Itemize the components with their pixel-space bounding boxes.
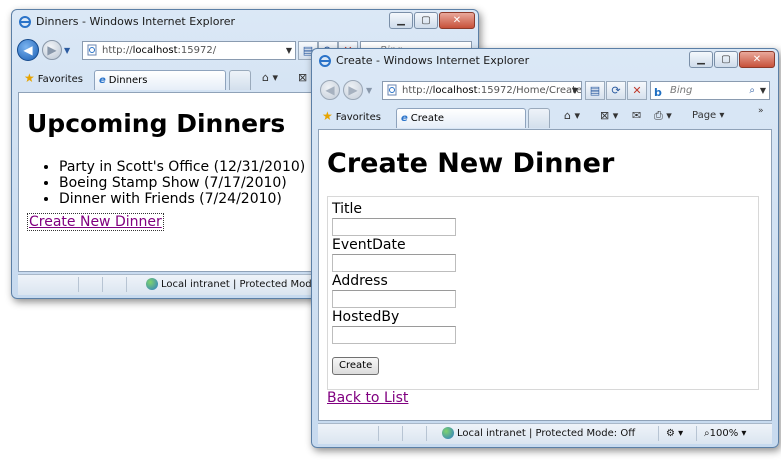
compatibility-view-button[interactable]: ▤ bbox=[585, 81, 605, 100]
status-divider bbox=[78, 277, 79, 292]
search-icon[interactable]: ⌕ bbox=[749, 82, 755, 99]
page-heading: Create New Dinner bbox=[327, 148, 615, 179]
dinner-list-item: Boeing Stamp Show (7/17/2010) bbox=[59, 175, 305, 191]
address-host: localhost bbox=[432, 85, 478, 96]
window-title: Create - Windows Internet Explorer bbox=[336, 54, 530, 67]
window-title: Dinners - Windows Internet Explorer bbox=[36, 15, 236, 28]
ie-tab-icon: e bbox=[99, 75, 106, 86]
zoom-level: 100% bbox=[709, 428, 739, 439]
status-bar: Local intranet | Protected Mode: Off ⚙ ▾… bbox=[318, 423, 772, 444]
title-input[interactable] bbox=[332, 218, 456, 236]
close-window-button[interactable]: ✕ bbox=[739, 51, 775, 68]
ie-logo-icon bbox=[19, 16, 31, 28]
dinner-list: Party in Scott's Office (12/31/2010) Boe… bbox=[27, 159, 305, 207]
address-path: :15972/ bbox=[177, 45, 217, 56]
feeds-button[interactable]: ⊠ ▾ bbox=[600, 108, 618, 124]
dinner-list-item: Dinner with Friends (7/24/2010) bbox=[59, 191, 305, 207]
ie-window-create: Create - Windows Internet Explorer ▁ ▢ ✕… bbox=[311, 48, 779, 448]
page-menu-label: Page bbox=[692, 110, 717, 121]
home-button[interactable]: ⌂ ▾ bbox=[564, 108, 580, 124]
back-to-list-link[interactable]: Back to List bbox=[327, 390, 408, 406]
title-bar[interactable]: Dinners - Windows Internet Explorer ▁ ▢ … bbox=[12, 10, 478, 34]
forward-button[interactable]: ▶ bbox=[343, 80, 363, 100]
toolbar-overflow-icon[interactable]: » bbox=[758, 103, 764, 119]
print-button[interactable]: ⎙ ▾ bbox=[654, 108, 672, 124]
favorites-tab-bar: ★ Favorites e Create ⌂ ▾ ⊠ ▾ ✉ ⎙ ▾ Page ▾ … bbox=[312, 103, 778, 129]
minimize-button[interactable]: ▁ bbox=[389, 12, 413, 29]
tab-dinners[interactable]: e Dinners bbox=[94, 70, 226, 90]
navigation-bar: ◀ ▶ ▼ http://localhost:15972/Home/Create… bbox=[312, 76, 778, 104]
home-button[interactable]: ⌂ ▾ bbox=[262, 70, 278, 86]
zoom-button[interactable]: ⌕100% ▾ bbox=[704, 424, 746, 443]
address-prefix: http:// bbox=[402, 85, 433, 96]
status-divider bbox=[426, 426, 427, 441]
address-bar[interactable]: http://localhost:15972/ ▼ bbox=[82, 41, 296, 60]
favorites-star-icon: ★ bbox=[322, 109, 333, 123]
page-content: Create New Dinner Title EventDate Addres… bbox=[318, 129, 772, 421]
tab-create[interactable]: e Create bbox=[396, 108, 526, 128]
address-prefix: http:// bbox=[102, 45, 133, 56]
status-divider bbox=[402, 426, 403, 441]
close-window-button[interactable]: ✕ bbox=[439, 12, 475, 29]
favorites-button[interactable]: ★ Favorites bbox=[24, 70, 83, 88]
address-host: localhost bbox=[132, 45, 178, 56]
favorites-label: Favorites bbox=[335, 112, 381, 123]
maximize-button[interactable]: ▢ bbox=[414, 12, 438, 29]
search-dropdown-icon[interactable]: ▼ bbox=[760, 82, 766, 99]
status-divider bbox=[126, 277, 127, 292]
hosted-by-label: HostedBy bbox=[332, 309, 400, 325]
intranet-globe-icon bbox=[442, 427, 454, 439]
favorites-label: Favorites bbox=[37, 74, 83, 85]
address-bar[interactable]: http://localhost:15972/Home/Create ▼ bbox=[382, 81, 582, 100]
favorites-button[interactable]: ★ Favorites bbox=[322, 108, 381, 126]
bing-icon: b bbox=[654, 86, 662, 99]
refresh-button[interactable]: ⟳ bbox=[606, 81, 626, 100]
status-divider bbox=[102, 277, 103, 292]
new-tab-button[interactable] bbox=[528, 108, 550, 128]
new-tab-button[interactable] bbox=[229, 70, 251, 90]
favorites-star-icon: ★ bbox=[24, 71, 35, 85]
address-path: :15972/Home/Create bbox=[477, 85, 582, 96]
stop-button[interactable]: ✕ bbox=[627, 81, 647, 100]
create-button[interactable]: Create bbox=[332, 357, 380, 375]
title-label: Title bbox=[332, 201, 363, 217]
minimize-button[interactable]: ▁ bbox=[689, 51, 713, 68]
status-text: Local intranet | Protected Mode: Off bbox=[457, 428, 636, 439]
search-placeholder: Bing bbox=[670, 85, 693, 96]
hosted-by-input[interactable] bbox=[332, 326, 456, 344]
feeds-button[interactable]: ⊠ bbox=[298, 70, 307, 86]
status-divider bbox=[378, 426, 379, 441]
back-button[interactable]: ◀ bbox=[17, 39, 39, 61]
search-box[interactable]: b Bing ⌕ ▼ bbox=[650, 81, 770, 100]
status-divider bbox=[658, 426, 659, 441]
ie-logo-icon bbox=[319, 55, 331, 67]
page-icon bbox=[387, 84, 397, 96]
event-date-label: EventDate bbox=[332, 237, 406, 253]
maximize-button[interactable]: ▢ bbox=[714, 51, 738, 68]
tab-label: Create bbox=[410, 113, 445, 124]
recent-pages-dropdown-icon[interactable]: ▼ bbox=[366, 86, 372, 95]
address-input[interactable] bbox=[332, 290, 456, 308]
ie-tab-icon: e bbox=[401, 113, 408, 124]
security-zone[interactable]: Local intranet | Protected Mode: Off bbox=[442, 424, 635, 443]
address-label: Address bbox=[332, 273, 388, 289]
create-new-dinner-link[interactable]: Create New Dinner bbox=[27, 213, 164, 231]
tab-label: Dinners bbox=[108, 75, 148, 86]
forward-button[interactable]: ▶ bbox=[42, 40, 62, 60]
create-dinner-form: Title EventDate Address HostedBy Create bbox=[327, 196, 759, 390]
protected-mode-settings-button[interactable]: ⚙ ▾ bbox=[666, 424, 683, 443]
intranet-globe-icon bbox=[146, 278, 158, 290]
title-bar[interactable]: Create - Windows Internet Explorer ▁ ▢ ✕ bbox=[312, 49, 778, 73]
back-button[interactable]: ◀ bbox=[320, 80, 340, 100]
status-divider bbox=[696, 426, 697, 441]
page-icon bbox=[87, 44, 97, 56]
dinner-list-item: Party in Scott's Office (12/31/2010) bbox=[59, 159, 305, 175]
address-dropdown-icon[interactable]: ▼ bbox=[572, 82, 578, 99]
address-dropdown-icon[interactable]: ▼ bbox=[286, 42, 292, 59]
page-heading: Upcoming Dinners bbox=[27, 109, 286, 138]
read-mail-button[interactable]: ✉ bbox=[632, 108, 641, 124]
recent-pages-dropdown-icon[interactable]: ▼ bbox=[64, 46, 70, 55]
event-date-input[interactable] bbox=[332, 254, 456, 272]
page-menu-button[interactable]: Page ▾ bbox=[692, 108, 724, 124]
